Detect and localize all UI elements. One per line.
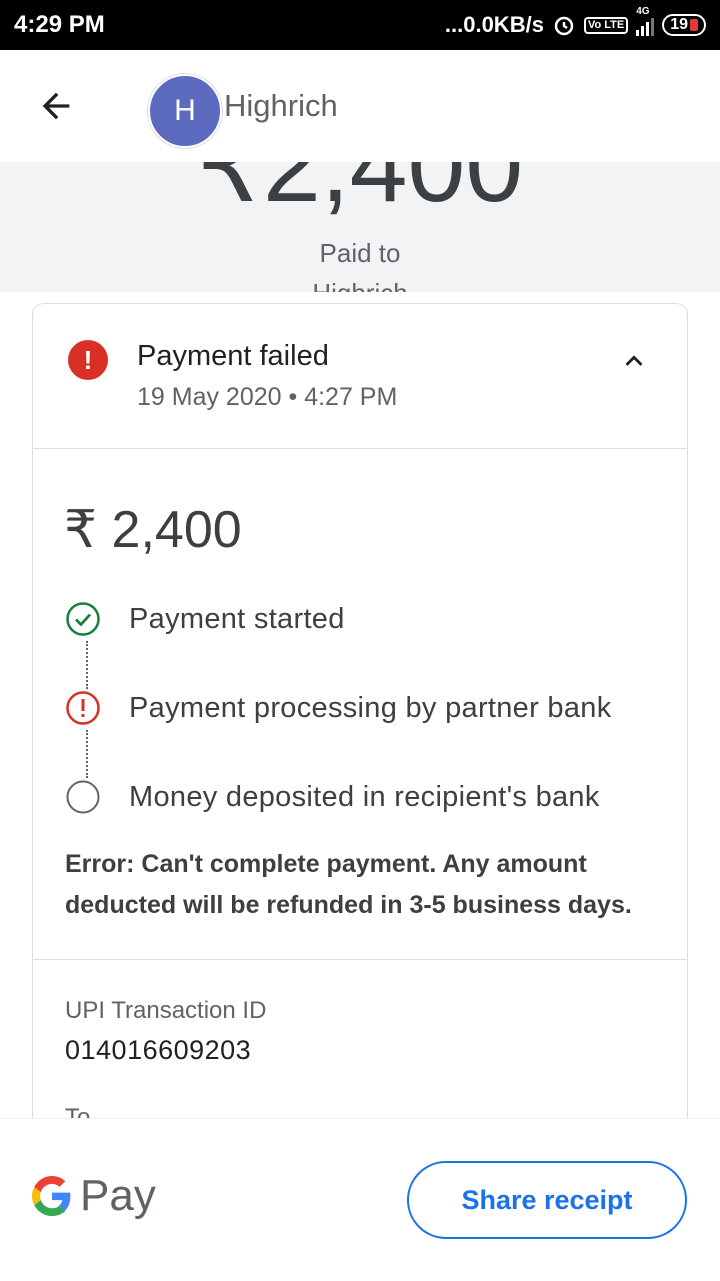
- transaction-card: ! Payment failed 19 May 2020 • 4:27 PM ₹…: [32, 303, 688, 1203]
- app-bar: H Highrich: [0, 50, 720, 162]
- error-circle-icon: [66, 691, 100, 725]
- bottom-bar: Pay Share receipt: [0, 1118, 720, 1281]
- hero-summary: ₹2,400 Paid to Highrich: [0, 162, 720, 292]
- status-title: Payment failed: [137, 340, 329, 372]
- check-circle-icon: [66, 602, 100, 636]
- battery-level: 19: [670, 16, 688, 33]
- upi-id-value[interactable]: 014016609203: [65, 1035, 251, 1066]
- page-title: Highrich: [224, 88, 338, 123]
- transaction-amount: ₹ 2,400: [64, 501, 242, 559]
- upi-id-label: UPI Transaction ID: [65, 997, 267, 1024]
- signal-icon: 4G: [636, 6, 655, 36]
- google-g-icon: [32, 1176, 71, 1216]
- step-label: Money deposited in recipient's bank: [129, 781, 600, 813]
- error-icon: !: [68, 340, 108, 380]
- share-receipt-button[interactable]: Share receipt: [407, 1161, 687, 1239]
- divider: [33, 959, 687, 960]
- error-message: Error: Can't complete payment. Any amoun…: [65, 850, 632, 919]
- network-speed: ...0.0KB/s: [444, 12, 544, 37]
- status-date: 19 May 2020 • 4:27 PM: [137, 383, 398, 411]
- status-icons: ...0.0KB/s Vo LTE 4G 19: [444, 6, 706, 38]
- status-header[interactable]: ! Payment failed 19 May 2020 • 4:27 PM: [33, 304, 687, 449]
- network-type: 4G: [636, 6, 650, 17]
- battery-icon: 19: [662, 14, 706, 36]
- empty-circle-icon: [66, 780, 100, 814]
- status-bar: 4:29 PM ...0.0KB/s Vo LTE 4G 19: [0, 0, 720, 50]
- alarm-icon: [554, 16, 574, 36]
- step-label: Payment started: [129, 603, 345, 635]
- step-deposited: Money deposited in recipient's bank: [65, 779, 665, 819]
- step-label: Payment processing by partner bank: [129, 692, 612, 724]
- avatar[interactable]: H: [148, 74, 222, 148]
- status-time: 4:29 PM: [14, 11, 105, 38]
- chevron-up-icon[interactable]: [617, 344, 651, 378]
- hero-amount: ₹2,400: [196, 162, 524, 224]
- step-connector: [86, 641, 88, 689]
- avatar-letter: H: [174, 94, 196, 127]
- back-arrow-icon[interactable]: [36, 86, 76, 126]
- hero-recipient-name: Highrich: [0, 278, 720, 292]
- gpay-logo: Pay: [32, 1171, 156, 1221]
- gpay-brand-text: Pay: [80, 1171, 156, 1220]
- volte-icon: Vo LTE: [583, 16, 629, 34]
- step-payment-started: Payment started: [65, 601, 665, 641]
- step-connector: [86, 730, 88, 778]
- hero-paid-to: Paid to: [319, 238, 401, 268]
- step-processing: Payment processing by partner bank: [65, 690, 665, 730]
